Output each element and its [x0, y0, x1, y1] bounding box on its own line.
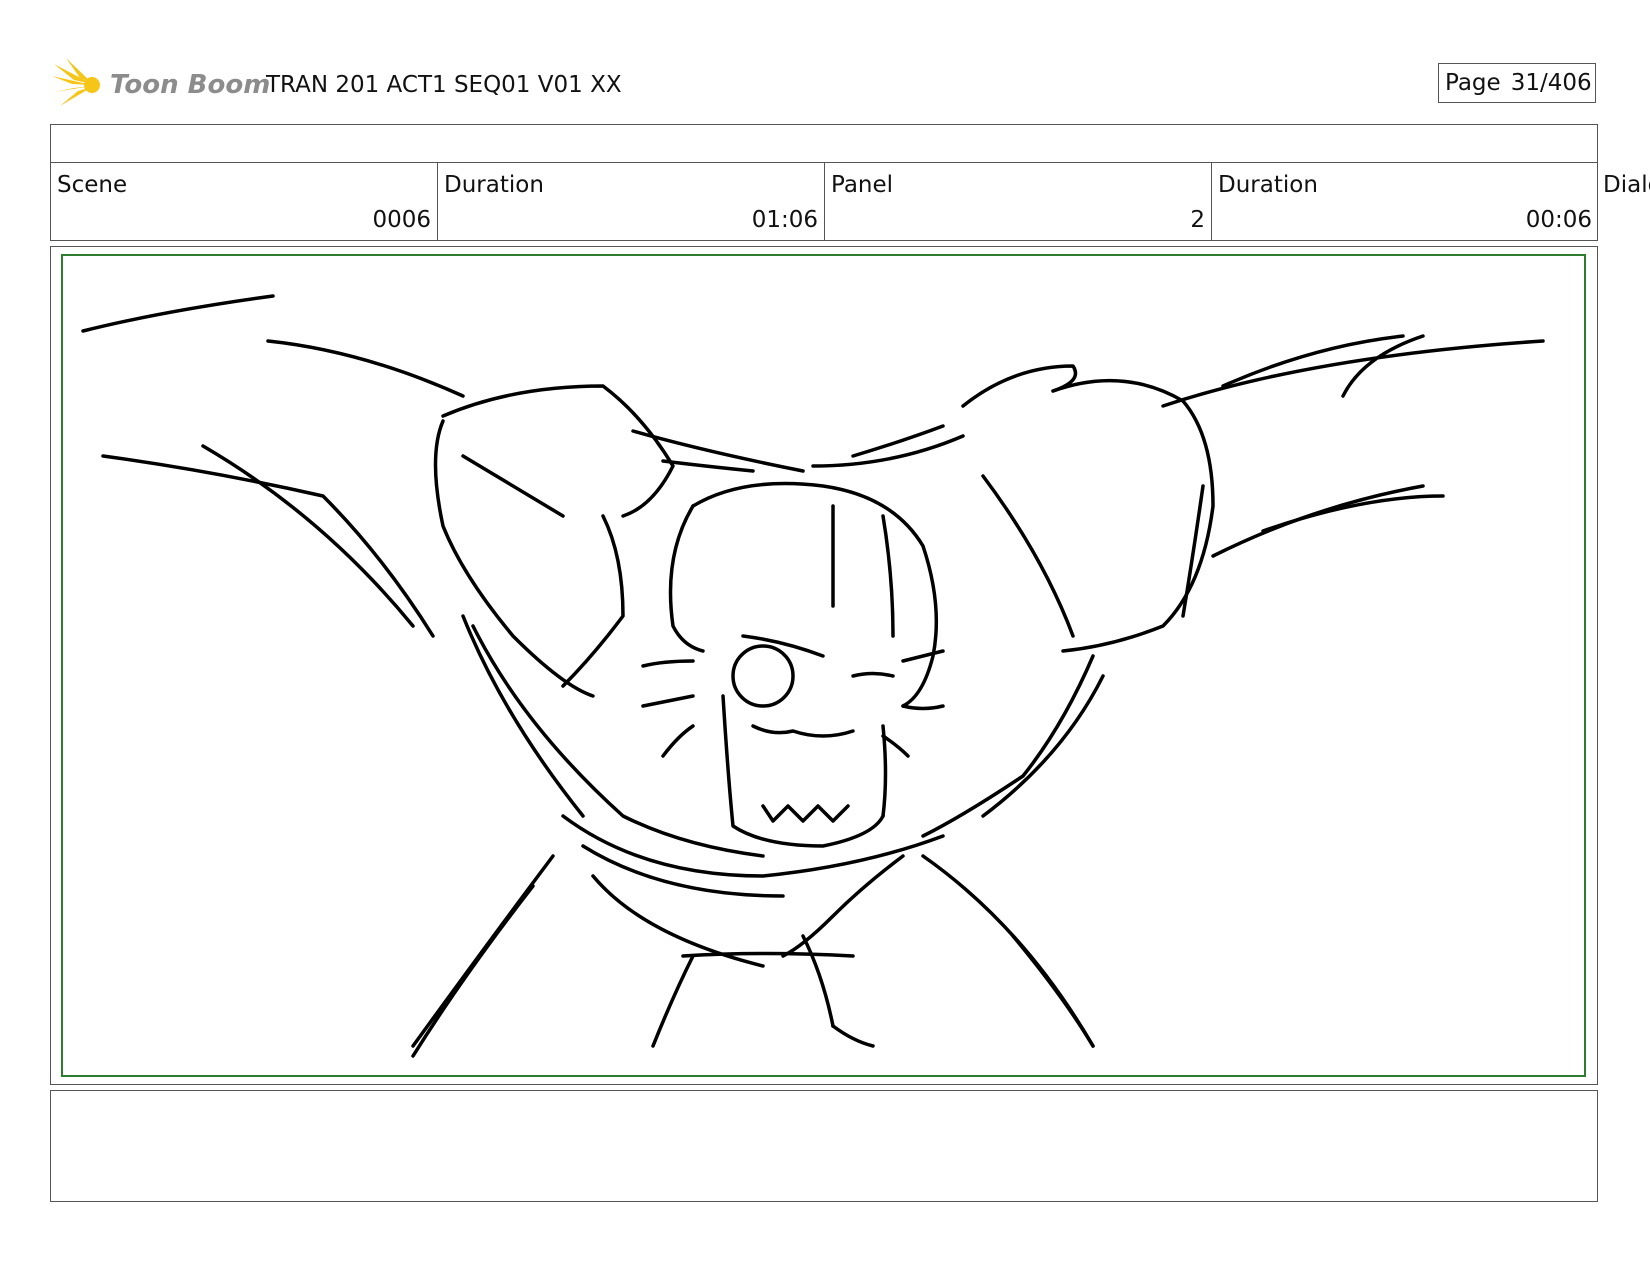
logo-wordmark: Toon Boom: [110, 70, 271, 100]
page-number: 31/406: [1510, 70, 1592, 96]
page-indicator: Page 31/406: [1438, 63, 1596, 103]
scene-duration-label: Duration: [444, 172, 544, 198]
panel-duration-value: 00:06: [1525, 207, 1592, 233]
storyboard-sketch-icon: [81, 294, 1545, 1058]
panel-label: Panel: [831, 172, 894, 198]
page-label: Page: [1445, 70, 1501, 96]
panel-duration-label: Duration: [1218, 172, 1318, 198]
notes-box: [50, 1090, 1598, 1202]
scene-value: 0006: [372, 207, 431, 233]
sequence-row: [50, 124, 1598, 163]
storyboard-panel: [61, 254, 1586, 1077]
scene-duration-cell: Duration 01:06: [438, 162, 825, 240]
dialog-label: Dialog: [1603, 172, 1650, 198]
scene-label: Scene: [57, 172, 128, 198]
project-title: TRAN 201 ACT1 SEQ01 V01 XX: [266, 72, 622, 98]
panel-cell: Panel 2: [825, 162, 1212, 240]
panel-duration-cell: Duration 00:06: [1212, 162, 1598, 240]
scene-duration-value: 01:06: [751, 207, 818, 233]
scene-info-row: Scene 0006 Duration 01:06 Panel 2 Durati…: [50, 162, 1598, 241]
scene-cell: Scene 0006: [51, 162, 438, 240]
panel-value: 2: [1190, 207, 1205, 233]
